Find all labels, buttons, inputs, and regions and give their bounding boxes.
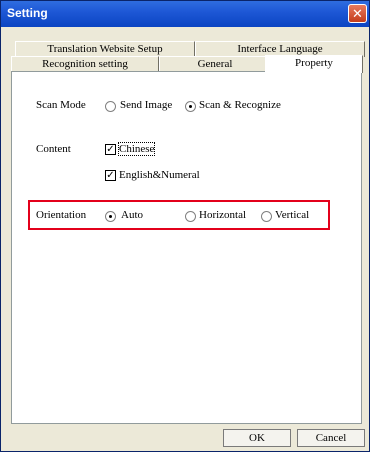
chinese-label: Chinese <box>117 142 156 156</box>
radio-horizontal[interactable] <box>185 211 196 222</box>
checkbox-english-numeral[interactable]: ✓ <box>105 170 116 181</box>
check-icon: ✓ <box>106 170 115 181</box>
cancel-button-label: Cancel <box>315 432 347 444</box>
content-label: Content <box>36 143 71 155</box>
english-numeral-label: English&Numeral <box>119 169 200 181</box>
property-panel <box>11 71 362 424</box>
radio-scan-recognize[interactable] <box>185 101 196 112</box>
tab-label: Interface Language <box>237 43 323 55</box>
ok-button[interactable]: OK <box>223 429 291 447</box>
window-title: Setting <box>7 6 48 20</box>
horizontal-label: Horizontal <box>199 209 247 221</box>
radio-send-image[interactable] <box>105 101 116 112</box>
tab-general[interactable]: General <box>159 56 271 72</box>
send-image-label: Send Image <box>120 99 173 111</box>
tab-property[interactable]: Property <box>265 55 363 73</box>
ok-button-label: OK <box>249 432 265 444</box>
tab-translation-website-setup[interactable]: Translation Website Setup <box>15 41 195 57</box>
radio-vertical[interactable] <box>261 211 272 222</box>
tab-label: Translation Website Setup <box>47 43 163 55</box>
tab-label: Recognition setting <box>42 58 128 70</box>
scan-recognize-label: Scan & Recognize <box>199 99 281 111</box>
close-button[interactable]: ✕ <box>348 4 367 23</box>
auto-label: Auto <box>121 209 143 221</box>
checkbox-chinese[interactable]: ✓ <box>105 144 116 155</box>
cancel-button[interactable]: Cancel <box>297 429 365 447</box>
close-icon: ✕ <box>352 6 363 21</box>
tab-label: General <box>197 58 233 70</box>
radio-auto[interactable] <box>105 211 116 222</box>
orientation-label: Orientation <box>36 209 87 221</box>
check-icon: ✓ <box>106 144 115 155</box>
vertical-label: Vertical <box>275 209 310 221</box>
scan-mode-label: Scan Mode <box>36 99 86 111</box>
settings-window: Setting ✕ Translation Website Setup Inte… <box>0 0 370 452</box>
tab-label: Property <box>295 57 333 69</box>
title-bar[interactable]: Setting ✕ <box>1 1 369 27</box>
tab-recognition-setting[interactable]: Recognition setting <box>11 56 159 72</box>
